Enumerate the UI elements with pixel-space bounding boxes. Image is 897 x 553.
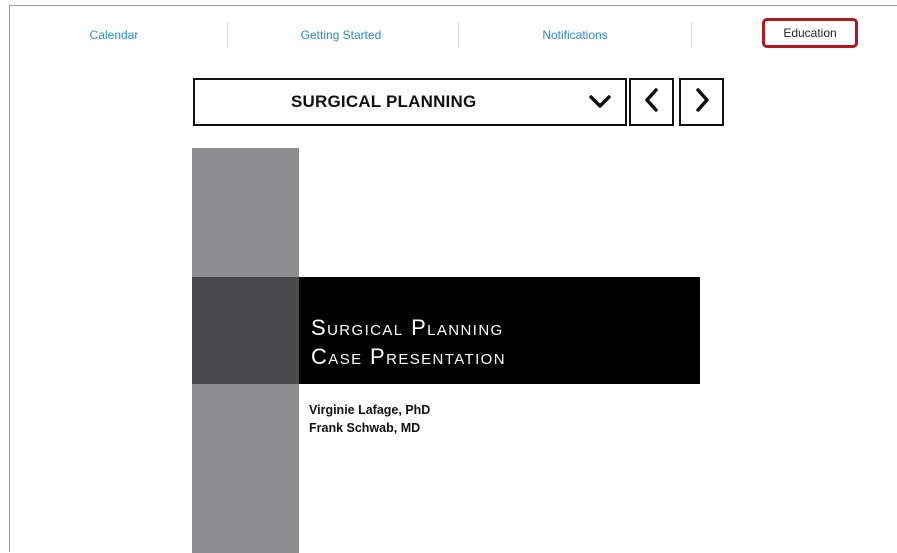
topic-dropdown-label: SURGICAL PLANNING bbox=[291, 92, 477, 111]
slide-author: Frank Schwab, MD bbox=[309, 421, 421, 435]
slide-authors: Virginie Lafage, PhD Frank Schwab, MD bbox=[309, 401, 430, 437]
slide-title-band: Surgical Planning Case Presentation bbox=[299, 277, 700, 384]
app-frame: Calendar Getting Started Notifications E… bbox=[9, 5, 897, 553]
nav-getting-started-link[interactable]: Getting Started bbox=[301, 28, 382, 42]
nav-divider bbox=[458, 22, 459, 48]
topic-dropdown[interactable]: SURGICAL PLANNING bbox=[193, 78, 627, 126]
chevron-down-icon bbox=[589, 92, 611, 117]
presentation-slide: Surgical Planning Case Presentation Virg… bbox=[192, 148, 700, 553]
nav-education-button[interactable]: Education bbox=[762, 18, 858, 48]
nav-calendar-link[interactable]: Calendar bbox=[90, 28, 139, 42]
nav-education-label: Education bbox=[783, 26, 837, 40]
chevron-left-icon bbox=[643, 87, 661, 118]
slide-title: Surgical Planning Case Presentation bbox=[311, 313, 506, 371]
chevron-right-icon bbox=[693, 87, 711, 118]
next-slide-button[interactable] bbox=[679, 78, 724, 126]
nav-notifications-link[interactable]: Notifications bbox=[542, 28, 607, 42]
slide-title-line-2: Case Presentation bbox=[311, 344, 506, 369]
slide-title-line-1: Surgical Planning bbox=[311, 315, 504, 340]
slide-side-block bbox=[192, 277, 299, 384]
nav-divider bbox=[227, 22, 228, 48]
previous-slide-button[interactable] bbox=[629, 78, 674, 126]
top-navigation: Calendar Getting Started Notifications E… bbox=[10, 6, 897, 56]
slide-author: Virginie Lafage, PhD bbox=[309, 403, 431, 417]
nav-divider bbox=[691, 22, 692, 48]
